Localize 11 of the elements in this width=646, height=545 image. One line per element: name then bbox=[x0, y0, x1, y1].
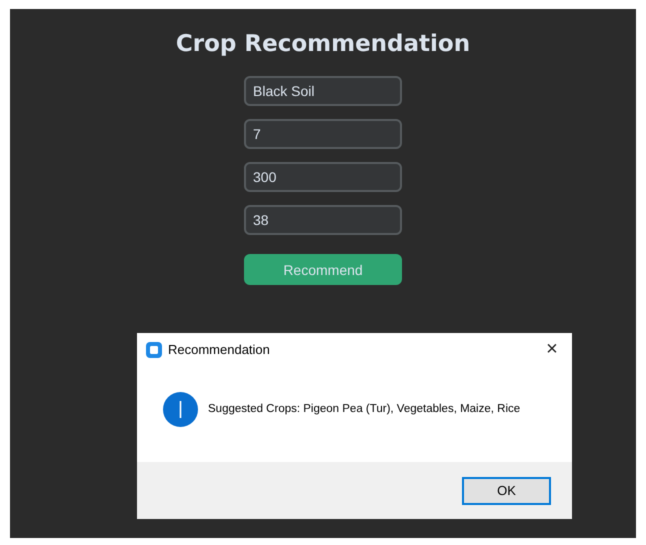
dialog-message: Suggested Crops: Pigeon Pea (Tur), Vegetables, Maize, Rice bbox=[208, 403, 520, 415]
input-field[interactable]: 7 bbox=[244, 119, 402, 149]
dialog-title: Recommendation bbox=[168, 342, 271, 357]
close-button[interactable]: × bbox=[532, 333, 572, 366]
ok-button[interactable]: OK bbox=[462, 476, 551, 504]
input-field[interactable]: 38 bbox=[244, 205, 402, 235]
input-field[interactable]: 300 bbox=[244, 162, 402, 192]
app-icon bbox=[146, 342, 162, 358]
input-field[interactable]: Black Soil bbox=[244, 76, 402, 106]
app-title: Crop Recommendation bbox=[174, 30, 472, 59]
info-icon bbox=[163, 392, 198, 426]
